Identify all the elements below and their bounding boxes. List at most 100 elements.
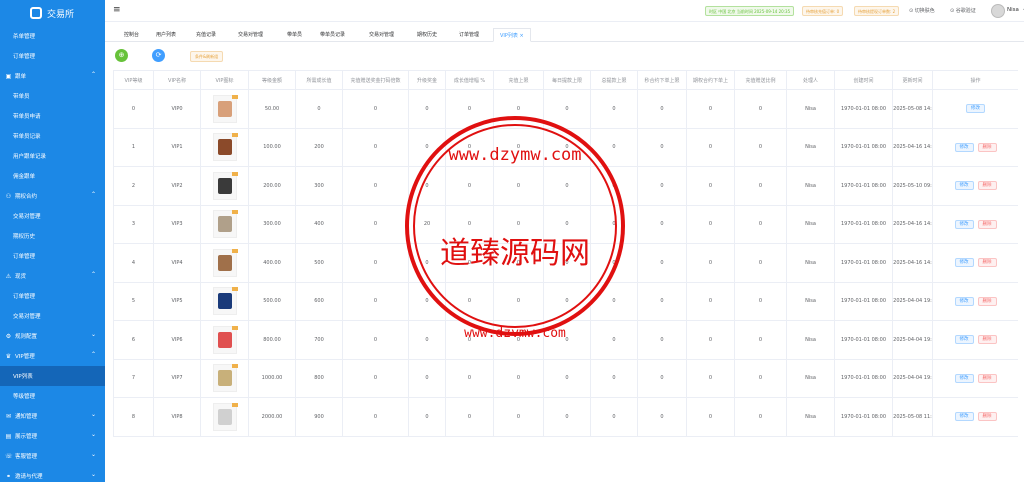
- actions-cell: 修改 删除: [932, 127, 1018, 167]
- edit-button[interactable]: 修改: [954, 373, 974, 383]
- tab-6[interactable]: 交易对管理: [369, 28, 394, 42]
- refresh-button[interactable]: ⟳: [152, 49, 165, 62]
- tab-8[interactable]: 订单管理: [459, 28, 479, 42]
- switch-skin-button[interactable]: ⊙ 切换肤色: [909, 7, 935, 14]
- tab-7[interactable]: 期权历史: [417, 28, 437, 42]
- sidebar-item-18[interactable]: 等级管理: [0, 386, 105, 406]
- add-button[interactable]: ⊕: [115, 49, 128, 62]
- cell-level: 5: [113, 281, 154, 321]
- pending-deposit-tag[interactable]: 待审核充值订单: 0: [802, 6, 844, 16]
- menu-toggle-icon[interactable]: ≡: [113, 5, 121, 15]
- google-verify-button[interactable]: ⊙ 谷歌验证: [950, 7, 976, 14]
- table-row: 2 VIP2 200.00 300 0 0 0 0 0 0 0 0 0 Nisa 1970-01-01 08…: [113, 166, 1018, 206]
- vip-thumbnail-image[interactable]: [212, 287, 238, 316]
- delete-button[interactable]: 删除: [977, 335, 997, 345]
- cell-name: VIP7: [153, 358, 201, 398]
- cell-created: 1970-01-01 08:00: [834, 243, 893, 283]
- filter-tag-button[interactable]: 条件&刷新组: [190, 51, 224, 62]
- edit-button[interactable]: 修改: [954, 412, 974, 422]
- table-header-row: VIP等级 VIP名称 VIP图标 等级金额 所需成长值 充值赠送奖金打码倍数 升级奖金 成长…: [113, 70, 1018, 90]
- cell-growth: 800: [295, 358, 343, 398]
- sidebar-item-10[interactable]: 期权历史: [0, 226, 105, 246]
- sidebar-item-6[interactable]: 用户跟单记录: [0, 146, 105, 166]
- avatar[interactable]: [991, 4, 1005, 18]
- tab-0[interactable]: 控制台: [124, 28, 139, 42]
- sidebar-item-9[interactable]: 交易对管理: [0, 206, 105, 226]
- cell-c12: 0: [686, 281, 735, 321]
- sidebar-item-1[interactable]: 订单管理: [0, 46, 105, 66]
- delete-button[interactable]: 删除: [977, 181, 997, 191]
- delete-button[interactable]: 删除: [977, 373, 997, 383]
- chevron-icon: ⌄: [90, 431, 96, 438]
- vip-thumbnail-image[interactable]: [212, 171, 238, 200]
- sidebar-item-22[interactable]: ⚭ 邀请与代理 ⌄: [0, 466, 105, 482]
- vip-thumbnail-image[interactable]: [212, 325, 238, 354]
- cell-c11: 0: [637, 281, 687, 321]
- sidebar-item-label: VIP管理: [15, 354, 35, 360]
- sidebar-item-14[interactable]: 交易对管理: [0, 306, 105, 326]
- delete-button[interactable]: 删除: [977, 219, 997, 229]
- sidebar-item-5[interactable]: 带单员记录: [0, 126, 105, 146]
- sidebar-item-8[interactable]: ⚇ 期权合约 ⌃: [0, 186, 105, 206]
- cell-growth: 300: [295, 166, 343, 206]
- tab-3[interactable]: 交易对管理: [238, 28, 263, 42]
- tab-9[interactable]: VIP列表 ×: [493, 28, 531, 42]
- cell-c7: 0: [445, 281, 494, 321]
- vip-badge-icon: [231, 171, 238, 176]
- column-header: 等级金额: [248, 70, 296, 90]
- vip-thumbnail-image[interactable]: [212, 364, 238, 393]
- column-header: 充值赠送奖金打码倍数: [342, 70, 409, 90]
- actions-cell: 修改: [932, 89, 1018, 129]
- delete-button[interactable]: 删除: [977, 258, 997, 268]
- edit-button[interactable]: 修改: [954, 181, 974, 191]
- sidebar: 交易所 杀单管理 订单管理 ▣ 跟单 ⌃ 带单员 带单员申请 带单员记录 用户跟单记录 佣金跟单 ⚇…: [0, 0, 105, 482]
- sidebar-item-4[interactable]: 带单员申请: [0, 106, 105, 126]
- edit-button[interactable]: 修改: [954, 142, 974, 152]
- column-header: 所需成长值: [295, 70, 343, 90]
- vip-thumbnail-image[interactable]: [212, 133, 238, 162]
- cell-handler: Nisa: [786, 397, 835, 437]
- cell-handler: Nisa: [786, 281, 835, 321]
- sidebar-item-label: 用户跟单记录: [13, 154, 47, 160]
- vip-thumbnail-image[interactable]: [212, 210, 238, 239]
- edit-button[interactable]: 修改: [954, 335, 974, 345]
- sidebar-item-11[interactable]: 订单管理: [0, 246, 105, 266]
- sidebar-item-0[interactable]: 杀单管理: [0, 26, 105, 46]
- cell-c11: 0: [637, 320, 687, 360]
- cell-created: 1970-01-01 08:00: [834, 89, 893, 129]
- tab-2[interactable]: 充值记录: [196, 28, 216, 42]
- sidebar-item-16[interactable]: ♛ VIP管理 ⌃: [0, 346, 105, 366]
- sidebar-item-7[interactable]: 佣金跟单: [0, 166, 105, 186]
- vip-thumbnail-image[interactable]: [212, 94, 238, 123]
- edit-button[interactable]: 修改: [966, 104, 985, 114]
- sidebar-item-13[interactable]: 订单管理: [0, 286, 105, 306]
- sidebar-item-19[interactable]: ✉ 通知管理 ⌄: [0, 406, 105, 426]
- sidebar-item-17[interactable]: VIP列表: [0, 366, 105, 386]
- sidebar-item-12[interactable]: ⚠ 现货 ⌃: [0, 266, 105, 286]
- cell-updated: 2025-04-16 14:: [892, 127, 933, 167]
- sidebar-item-20[interactable]: ▤ 展示管理 ⌄: [0, 426, 105, 446]
- vip-thumbnail-image[interactable]: [212, 402, 238, 431]
- sidebar-item-label: 期权合约: [15, 194, 38, 200]
- table-row: 8 VIP8 2000.00 900 0 0 0 0 0 0 0 0 0 Nisa 1970-01-01 0…: [113, 397, 1018, 437]
- username[interactable]: Nisa: [1007, 7, 1019, 13]
- tab-4[interactable]: 带单员: [287, 28, 302, 42]
- app-logo[interactable]: 交易所: [0, 0, 105, 26]
- delete-button[interactable]: 删除: [977, 412, 997, 422]
- delete-button[interactable]: 删除: [977, 142, 997, 152]
- cell-c12: 0: [686, 243, 735, 283]
- delete-button[interactable]: 删除: [977, 296, 997, 306]
- edit-button[interactable]: 修改: [954, 219, 974, 229]
- sidebar-item-21[interactable]: ☏ 客服管理 ⌄: [0, 446, 105, 466]
- sidebar-item-2[interactable]: ▣ 跟单 ⌃: [0, 66, 105, 86]
- tab-5[interactable]: 带单员记录: [320, 28, 345, 42]
- cell-level: 0: [113, 89, 154, 129]
- vip-thumbnail-image[interactable]: [212, 248, 238, 277]
- column-header: 每日提款上限: [543, 70, 591, 90]
- edit-button[interactable]: 修改: [954, 296, 974, 306]
- tab-1[interactable]: 用户列表: [156, 28, 176, 42]
- sidebar-item-15[interactable]: ⚙ 规则配置 ⌄: [0, 326, 105, 346]
- pending-withdraw-tag[interactable]: 待审核提现订单数: 2: [854, 6, 900, 16]
- edit-button[interactable]: 修改: [954, 258, 974, 268]
- sidebar-item-3[interactable]: 带单员: [0, 86, 105, 106]
